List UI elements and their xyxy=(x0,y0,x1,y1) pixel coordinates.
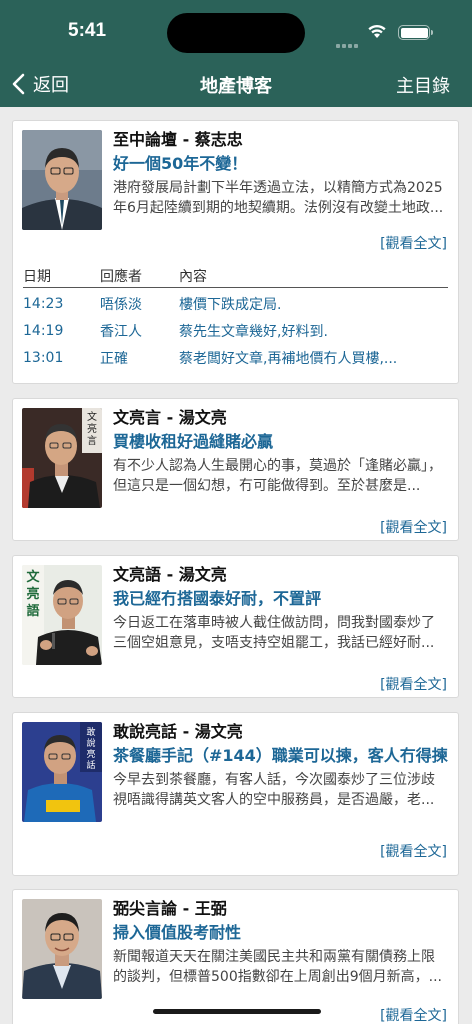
status-bar: 5:41 xyxy=(0,0,472,62)
post-excerpt: 港府發展局計劃下半年透過立法，以精簡方式為2025年6月起陸續到期的地契續期。法… xyxy=(113,180,444,216)
svg-text:亮: 亮 xyxy=(26,586,39,602)
post-excerpt: 今早去到茶餐廳，有客人話，今次國泰炒了三位涉歧視唔識得講英文客人的空中服務員，是… xyxy=(113,772,435,808)
blog-post-card[interactable]: 文 亮 言 文亮言 - 湯文亮 買樓收租好過縫賭必贏 有不少人認為人生最開心的事… xyxy=(12,398,459,541)
svg-text:文: 文 xyxy=(26,569,40,585)
svg-text:敢: 敢 xyxy=(86,726,95,738)
comment-user: 唔係淡 xyxy=(100,296,142,313)
read-more-link[interactable]: [觀看全文] xyxy=(380,233,447,253)
svg-text:話: 話 xyxy=(86,759,95,771)
svg-text:亮: 亮 xyxy=(86,748,95,760)
post-headline[interactable]: 買樓收租好過縫賭必贏 xyxy=(113,431,448,453)
col-content-header: 內容 xyxy=(179,269,207,285)
svg-text:文: 文 xyxy=(87,410,97,423)
comment-row[interactable]: 13:01 正確 蔡老闆好文章,再補地價冇人買樓,... xyxy=(23,344,448,371)
author-photo: 文 亮 言 xyxy=(22,408,102,508)
post-author: 文亮語 - 湯文亮 xyxy=(113,565,227,584)
post-headline[interactable]: 我已經冇搭國泰好耐，不置評 xyxy=(113,588,448,610)
comment-time: 13:01 xyxy=(23,349,64,366)
comments-table: 日期 回應者 內容 14:23 唔係淡 樓價下跌成定局. 14:19 香江人 蔡… xyxy=(23,266,448,371)
comment-user: 正確 xyxy=(100,350,128,367)
home-indicator[interactable] xyxy=(153,1009,321,1014)
post-excerpt: 今日返工在落車時被人截住做訪問，問我對國泰炒了三個空姐意見，支唔支持空姐罷工，我… xyxy=(113,615,435,651)
post-headline[interactable]: 茶餐廳手記（#144）職業可以揀，客人冇得揀 xyxy=(113,745,448,767)
blog-post-card[interactable]: 敢 說 亮 話 敢說亮話 - 湯文亮 茶餐廳手記（#144）職業可以揀，客人冇得… xyxy=(12,712,459,876)
comments-header: 日期 回應者 內容 xyxy=(23,266,448,288)
col-date-header: 日期 xyxy=(23,269,51,285)
post-headline[interactable]: 好一個50年不變！ xyxy=(113,153,448,175)
blog-post-card[interactable]: 至中論壇 - 蔡志忠 好一個50年不變！ 港府發展局計劃下半年透過立法，以精簡方… xyxy=(12,120,459,384)
comment-time: 14:23 xyxy=(23,295,64,312)
post-author: 至中論壇 - 蔡志忠 xyxy=(113,130,243,149)
cellular-signal-icon xyxy=(336,33,360,52)
post-author: 敢說亮話 - 湯文亮 xyxy=(113,722,243,741)
post-author: 文亮言 - 湯文亮 xyxy=(113,408,227,427)
author-photo xyxy=(22,130,102,230)
read-more-link[interactable]: [觀看全文] xyxy=(380,674,447,694)
svg-text:亮: 亮 xyxy=(87,422,97,435)
wifi-icon xyxy=(368,24,386,38)
comment-text: 蔡老闆好文章,再補地價冇人買樓,... xyxy=(179,350,398,367)
read-more-link[interactable]: [觀看全文] xyxy=(380,1005,447,1024)
blog-post-card[interactable]: 弼尖言論 - 王弼 掃入價值股考耐性 新聞報道天天在關注美國民主共和兩黨有關債務… xyxy=(12,889,459,1024)
comment-row[interactable]: 14:23 唔係淡 樓價下跌成定局. xyxy=(23,290,448,317)
svg-text:說: 說 xyxy=(86,737,95,749)
blog-feed[interactable]: 至中論壇 - 蔡志忠 好一個50年不變！ 港府發展局計劃下半年透過立法，以精簡方… xyxy=(0,107,472,1024)
author-photo: 文 亮 語 xyxy=(22,565,102,665)
comment-row[interactable]: 14:19 香江人 蔡先生文章幾好,好料到. xyxy=(23,317,448,344)
read-more-link[interactable]: [觀看全文] xyxy=(380,517,447,537)
col-replier-header: 回應者 xyxy=(100,269,142,285)
comment-user: 香江人 xyxy=(100,323,142,340)
nav-bar: 返回 地產博客 主目錄 xyxy=(0,62,472,107)
author-photo xyxy=(22,899,102,999)
svg-text:語: 語 xyxy=(26,603,39,619)
dynamic-island xyxy=(167,13,305,53)
main-menu-button[interactable]: 主目錄 xyxy=(396,72,450,98)
comment-text: 樓價下跌成定局. xyxy=(179,296,282,313)
blog-post-card[interactable]: 文 亮 語 文亮語 - 湯文亮 我已經冇搭國泰好耐，不置評 今日返工在落車時被人… xyxy=(12,555,459,698)
post-excerpt: 有不少人認為人生最開心的事，莫過於「逢賭必贏」，但這只是一個幻想，冇可能做得到。… xyxy=(113,458,442,494)
battery-icon xyxy=(398,25,433,40)
read-more-link[interactable]: [觀看全文] xyxy=(380,841,447,861)
comment-time: 14:19 xyxy=(23,322,64,339)
comment-text: 蔡先生文章幾好,好料到. xyxy=(179,323,328,340)
post-headline[interactable]: 掃入價值股考耐性 xyxy=(113,922,448,944)
author-photo: 敢 說 亮 話 xyxy=(22,722,102,822)
status-time: 5:41 xyxy=(68,20,107,41)
post-author: 弼尖言論 - 王弼 xyxy=(113,899,227,918)
post-excerpt: 新聞報道天天在關注美國民主共和兩黨有關債務上限的談判，但標普500指數卻在上周創… xyxy=(113,949,442,985)
svg-text:言: 言 xyxy=(87,434,97,447)
